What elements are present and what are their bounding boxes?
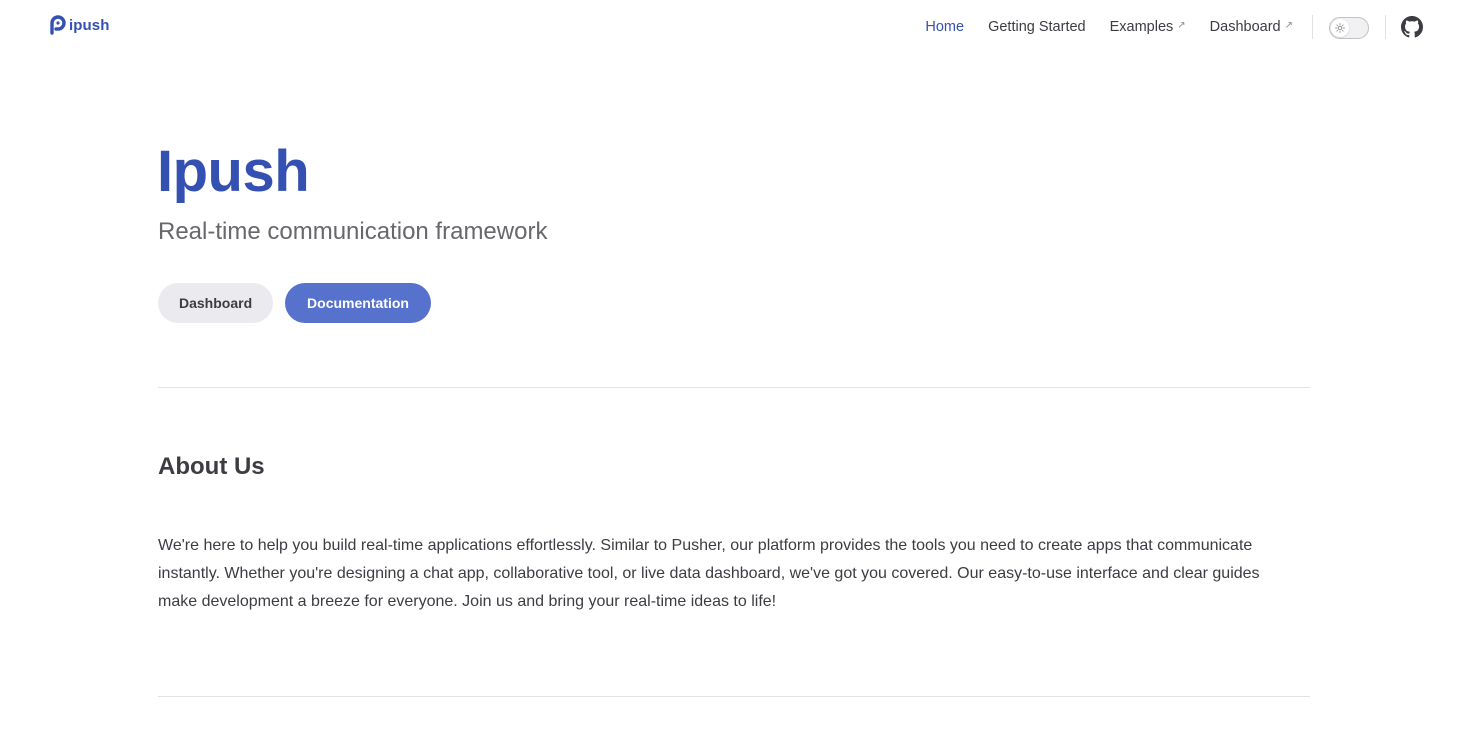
logo-text: ipush	[69, 16, 110, 34]
nav-link-home[interactable]: Home	[925, 19, 964, 35]
documentation-button[interactable]: Documentation	[285, 283, 431, 323]
external-link-icon: ↗	[1177, 20, 1186, 31]
ipush-logo-icon	[50, 15, 66, 35]
hero-tagline: Real-time communication framework	[158, 218, 548, 245]
section-divider	[158, 387, 1310, 388]
nav-link-label: Getting Started	[988, 19, 1086, 35]
top-nav: ipush Home Getting Started Examples ↗ Da…	[0, 0, 1470, 54]
about-body: We're here to help you build real-time a…	[158, 537, 1260, 610]
section-divider	[158, 696, 1310, 697]
toggle-knob	[1331, 19, 1349, 37]
nav-link-label: Dashboard	[1209, 19, 1281, 35]
github-icon	[1401, 16, 1423, 38]
site-logo[interactable]: ipush	[50, 15, 110, 35]
nav-divider	[1312, 15, 1313, 39]
nav-divider	[1385, 15, 1386, 39]
sun-icon	[1335, 23, 1345, 33]
external-link-icon: ↗	[1284, 20, 1293, 31]
theme-toggle[interactable]	[1329, 17, 1369, 39]
hero-title: Ipush	[157, 139, 310, 204]
nav-link-label: Examples	[1109, 19, 1174, 35]
nav-link-label: Home	[925, 19, 965, 35]
dashboard-button[interactable]: Dashboard	[158, 283, 273, 323]
github-link[interactable]	[1401, 16, 1423, 38]
nav-link-examples[interactable]: Examples ↗	[1110, 19, 1186, 35]
nav-link-dashboard[interactable]: Dashboard ↗	[1210, 19, 1293, 35]
nav-links: Home Getting Started Examples ↗ Dashboar…	[925, 0, 1293, 54]
about-title: About Us	[158, 453, 265, 480]
nav-link-getting-started[interactable]: Getting Started	[988, 19, 1086, 35]
